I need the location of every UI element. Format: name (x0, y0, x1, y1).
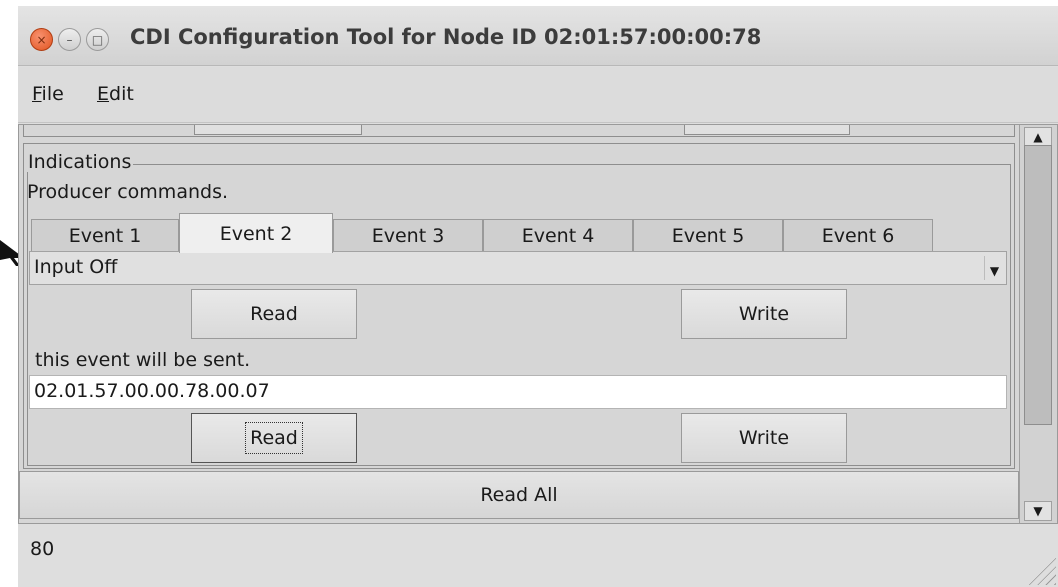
menu-file-label: ile (41, 83, 64, 105)
previous-read-button-edge (194, 125, 362, 135)
event-action-dropdown[interactable]: Input Off ▼ (29, 251, 1007, 285)
tab-event-2[interactable]: Event 2 (179, 213, 333, 253)
close-window-button[interactable]: × (30, 28, 53, 51)
previous-section-edge (23, 125, 1015, 137)
menu-bar: File Edit (18, 67, 1058, 123)
menu-file-mnemonic: F (32, 83, 42, 105)
scroll-down-arrow-icon[interactable]: ▼ (1024, 501, 1052, 521)
tab-event-3[interactable]: Event 3 (333, 219, 483, 251)
vertical-scrollbar[interactable]: ▲ ▼ (1019, 125, 1057, 523)
read-action-button[interactable]: Read (191, 289, 357, 339)
scrollbar-thumb[interactable] (1024, 145, 1052, 425)
group-description: Producer commands. (27, 181, 229, 203)
menu-edit-mnemonic: E (97, 83, 110, 105)
write-event-id-label: Write (738, 427, 790, 449)
read-event-id-button[interactable]: Read (191, 413, 357, 463)
resize-grip-icon[interactable] (1026, 555, 1056, 585)
indications-group-inner (27, 164, 1011, 466)
event-action-value: Input Off (34, 256, 118, 278)
event-tab-strip: Event 1 Event 2 Event 3 Event 4 Event 5 … (31, 213, 933, 253)
tab-event-4[interactable]: Event 4 (483, 219, 633, 251)
config-content: Indications Producer commands. Event 1 E… (19, 125, 1019, 523)
read-all-button[interactable]: Read All (19, 471, 1019, 519)
minimize-icon: – (66, 32, 73, 47)
event-id-field[interactable]: 02.01.57.00.00.78.00.07 (29, 375, 1007, 409)
tab-event-6[interactable]: Event 6 (783, 219, 933, 251)
previous-write-button-edge (684, 125, 850, 135)
event-id-value: 02.01.57.00.00.78.00.07 (34, 380, 270, 402)
tab-event-5[interactable]: Event 5 (633, 219, 783, 251)
maximize-window-button[interactable]: □ (86, 28, 109, 51)
read-event-id-label: Read (245, 422, 303, 454)
window-title: CDI Configuration Tool for Node ID 02:01… (130, 25, 762, 49)
dropdown-arrow-icon[interactable]: ▼ (984, 256, 1004, 280)
group-title: Indications (26, 151, 134, 173)
minimize-window-button[interactable]: – (58, 28, 81, 51)
cdi-config-window: × – □ CDI Configuration Tool for Node ID… (18, 6, 1058, 587)
scroll-up-arrow-icon[interactable]: ▲ (1024, 127, 1052, 147)
read-all-label: Read All (480, 484, 558, 506)
config-scroll-area: Indications Producer commands. Event 1 E… (18, 124, 1058, 524)
event-hint: this event will be sent. (35, 349, 251, 371)
tab-event-1[interactable]: Event 1 (31, 219, 179, 251)
write-action-label: Write (738, 303, 790, 325)
title-bar: × – □ CDI Configuration Tool for Node ID… (18, 6, 1058, 66)
read-action-label: Read (250, 303, 298, 325)
menu-edit[interactable]: Edit (97, 83, 134, 105)
status-text: 80 (30, 538, 55, 560)
maximize-icon: □ (91, 32, 104, 47)
write-action-button[interactable]: Write (681, 289, 847, 339)
close-icon: × (36, 32, 47, 47)
write-event-id-button[interactable]: Write (681, 413, 847, 463)
menu-file[interactable]: File (32, 83, 64, 105)
menu-edit-label: dit (109, 83, 134, 105)
